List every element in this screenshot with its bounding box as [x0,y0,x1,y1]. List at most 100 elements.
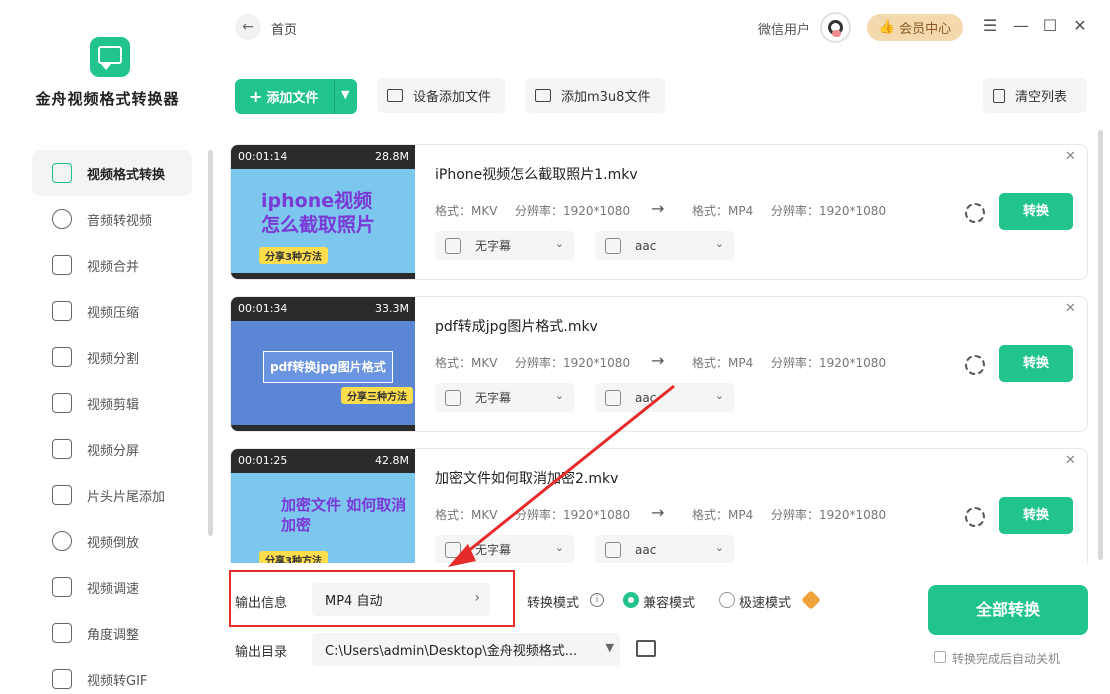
audio-icon [605,389,621,406]
sidebar-item-label: 角度调整 [87,627,140,643]
output-info-label: 输出信息 [235,596,288,611]
avatar[interactable] [820,12,851,43]
gear-icon[interactable] [965,355,985,375]
sidebar-item-video-speed[interactable]: 视频调速 [32,564,192,610]
video-thumbnail[interactable]: pdf转换jpg图片格式 分享三种方法 00:01:34 33.3M [231,297,415,431]
duration: 00:01:34 [238,302,288,315]
file-name: 加密文件如何取消加密2.mkv [435,471,619,487]
thumbnail-sticker: 分享三种方法 [341,387,413,404]
sidebar-item-video-reverse[interactable]: 视频倒放 [32,518,192,564]
thumbnail-art: pdf转换jpg图片格式 分享三种方法 [231,321,415,425]
auto-shutdown-label[interactable]: 转换完成后自动关机 [952,650,1060,667]
subtitle-value: 无字幕 [475,391,512,405]
chevron-down-icon[interactable]: ▼ [341,88,349,101]
video-thumbnail[interactable]: iphone视频 怎么截取照片 分享3种方法 00:01:14 28.8M [231,145,415,279]
merge-icon [52,255,72,275]
sidebar-item-video-split[interactable]: 视频分割 [32,334,192,380]
sidebar-item-label: 视频分屏 [87,443,140,459]
vip-center-button[interactable]: 👍 会员中心 [867,14,963,41]
close-icon[interactable]: ✕ [1065,453,1076,468]
close-icon[interactable]: ✕ [1065,301,1076,316]
back-button[interactable]: ← [235,14,261,40]
add-file-button[interactable]: + 添加文件 ▼ [235,79,357,114]
sidebar-item-label: 视频倒放 [87,535,140,551]
fast-mode-radio[interactable] [719,592,735,608]
chevron-down-icon: ⌄ [554,541,564,554]
sidebar-item-video-to-gif[interactable]: 视频转GIF [32,656,192,694]
convert-all-button[interactable]: 全部转换 [928,585,1088,635]
sidebar-item-audio-to-video[interactable]: 音频转视频 [32,196,192,242]
file-card: 加密文件 如何取消加密 分享3种方法 00:01:25 42.8M 加密文件如何… [230,448,1088,563]
chevron-down-icon: ⌄ [554,389,564,402]
target-resolution: 分辨率：1920*1080 [771,356,887,370]
breadcrumb[interactable]: 首页 [271,19,297,38]
sidebar-item-video-compress[interactable]: 视频压缩 [32,288,192,334]
sidebar-scrollbar[interactable] [208,150,213,536]
sidebar-item-label: 视频调速 [87,581,140,597]
compress-icon [52,301,72,321]
sidebar-item-label: 视频剪辑 [87,397,140,413]
gear-icon[interactable] [965,507,985,527]
video-thumbnail[interactable]: 加密文件 如何取消加密 分享3种方法 00:01:25 42.8M [231,449,415,563]
clear-list-label: 清空列表 [1015,90,1068,105]
speed-icon [52,577,72,597]
audio-select[interactable]: aac ⌄ [595,535,734,563]
compat-mode-radio[interactable] [623,592,639,608]
gear-icon[interactable] [965,203,985,223]
file-name: pdf转成jpg图片格式.mkv [435,319,598,335]
clear-list-button[interactable]: 清空列表 [983,78,1087,113]
arrow-right-icon: → [651,503,665,522]
arrow-right-icon: → [651,199,665,218]
duration: 00:01:14 [238,150,288,163]
sidebar-item-video-merge[interactable]: 视频合并 [32,242,192,288]
file-card: pdf转换jpg图片格式 分享三种方法 00:01:34 33.3M pdf转成… [230,296,1088,432]
compat-mode-label[interactable]: 兼容模式 [643,592,695,611]
sidebar-item-label: 音频转视频 [87,213,153,229]
subtitle-select[interactable]: 无字幕 ⌄ [435,231,574,260]
fast-mode-label[interactable]: 极速模式 [739,592,791,611]
list-scrollbar[interactable] [1098,130,1103,560]
add-m3u8-button[interactable]: 添加m3u8文件 [525,78,665,113]
device-add-button[interactable]: 设备添加文件 [377,78,505,113]
sidebar-item-video-edit[interactable]: 视频剪辑 [32,380,192,426]
play-box-icon [535,89,551,102]
output-format-select[interactable]: MP4 自动 › [312,583,490,616]
convert-button[interactable]: 转换 [999,497,1073,534]
subtitle-select[interactable]: 无字幕 ⌄ [435,383,574,412]
split-icon [52,347,72,367]
convert-button[interactable]: 转换 [999,345,1073,382]
sidebar-item-video-format-convert[interactable]: 视频格式转换 [32,150,192,196]
thumbnail-title: iphone视频 怎么截取照片 [261,190,376,236]
convert-button[interactable]: 转换 [999,193,1073,230]
menu-icon[interactable]: ☰ [981,17,999,35]
auto-shutdown-checkbox[interactable] [934,651,946,663]
file-size: 33.3M [375,302,409,315]
output-dir-select[interactable]: C:\Users\admin\Desktop\金舟视频格式... ▼ [312,633,620,666]
maximize-icon[interactable]: ☐ [1041,17,1059,35]
minimize-icon[interactable]: — [1012,17,1030,35]
output-format-value: MP4 自动 [325,594,383,609]
sidebar-item-split-screen[interactable]: 视频分屏 [32,426,192,472]
close-icon[interactable]: ✕ [1071,17,1089,35]
file-size: 42.8M [375,454,409,467]
sidebar-item-label: 视频分割 [87,351,140,367]
target-resolution: 分辨率：1920*1080 [771,508,887,522]
sidebar-nav: 视频格式转换 音频转视频 视频合并 视频压缩 视频分割 视频剪辑 视频分屏 片头… [32,150,192,694]
audio-select[interactable]: aac ⌄ [595,383,734,412]
sidebar-item-angle-adjust[interactable]: 角度调整 [32,610,192,656]
convert-mode-label: 转换模式 [527,596,580,611]
file-size: 28.8M [375,150,409,163]
sidebar-item-label: 视频转GIF [87,673,148,689]
subtitle-select[interactable]: 无字幕 ⌄ [435,535,574,563]
arrow-right-icon: → [651,351,665,370]
subtitle-icon [445,389,461,406]
sidebar-item-intro-outro[interactable]: 片头片尾添加 [32,472,192,518]
folder-icon[interactable] [636,640,656,657]
subtitle-icon [445,541,461,558]
split-screen-icon [52,439,72,459]
film-icon [52,485,72,505]
close-icon[interactable]: ✕ [1065,149,1076,164]
user-name[interactable]: 微信用户 [758,19,810,38]
audio-select[interactable]: aac ⌄ [595,231,734,260]
info-icon[interactable]: i [590,593,604,607]
